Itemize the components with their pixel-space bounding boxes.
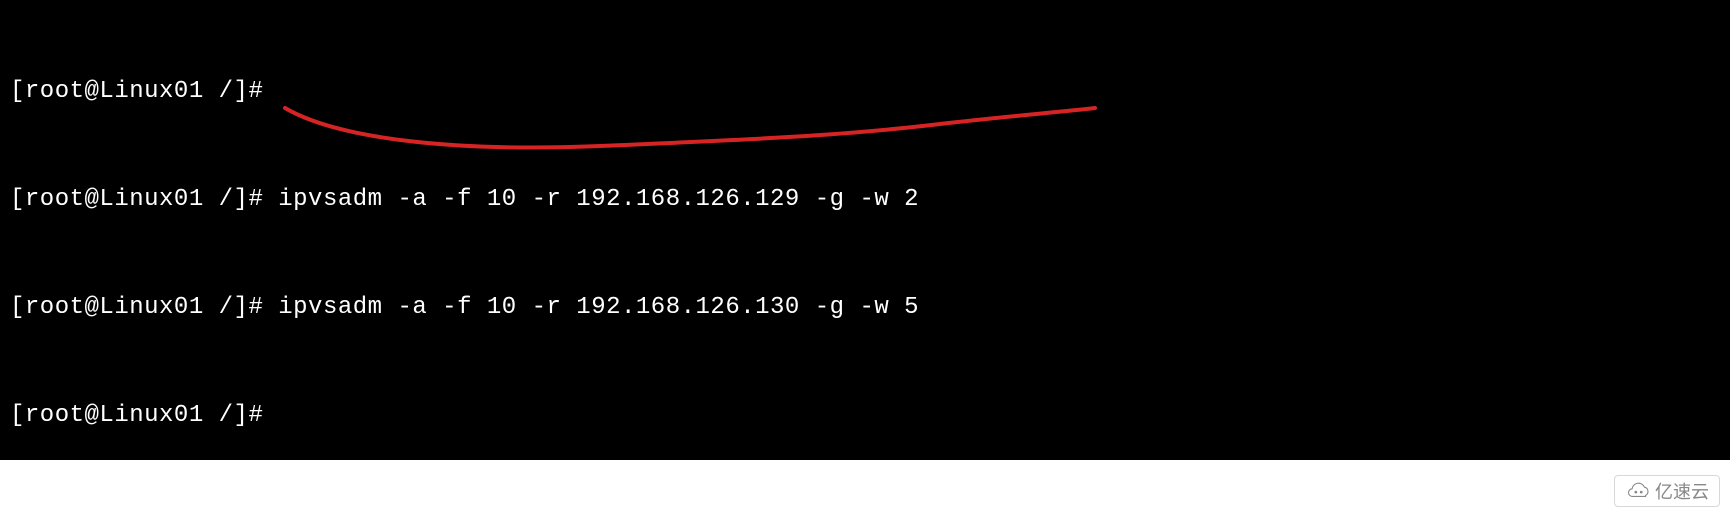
terminal-line: [root@Linux01 /]# ipvsadm -ln bbox=[10, 506, 1720, 513]
terminal-line: [root@Linux01 /]# ipvsadm -a -f 10 -r 19… bbox=[10, 290, 1720, 326]
terminal-line: [root@Linux01 /]# bbox=[10, 74, 1720, 110]
command-text: ipvsadm -a -f 10 -r 192.168.126.129 -g -… bbox=[278, 186, 919, 213]
prompt: [root@Linux01 /]# bbox=[10, 294, 263, 321]
watermark-badge: 亿速云 bbox=[1614, 475, 1720, 507]
watermark-text: 亿速云 bbox=[1655, 478, 1709, 504]
prompt: [root@Linux01 /]# bbox=[10, 186, 263, 213]
terminal-line: [root@Linux01 /]# bbox=[10, 398, 1720, 434]
terminal-window[interactable]: [root@Linux01 /]# [root@Linux01 /]# ipvs… bbox=[0, 0, 1730, 460]
cloud-icon bbox=[1625, 482, 1651, 500]
prompt: [root@Linux01 /]# bbox=[10, 78, 263, 105]
command-text: ipvsadm -a -f 10 -r 192.168.126.130 -g -… bbox=[278, 294, 919, 321]
terminal-line: [root@Linux01 /]# ipvsadm -a -f 10 -r 19… bbox=[10, 182, 1720, 218]
prompt: [root@Linux01 /]# bbox=[10, 402, 263, 429]
